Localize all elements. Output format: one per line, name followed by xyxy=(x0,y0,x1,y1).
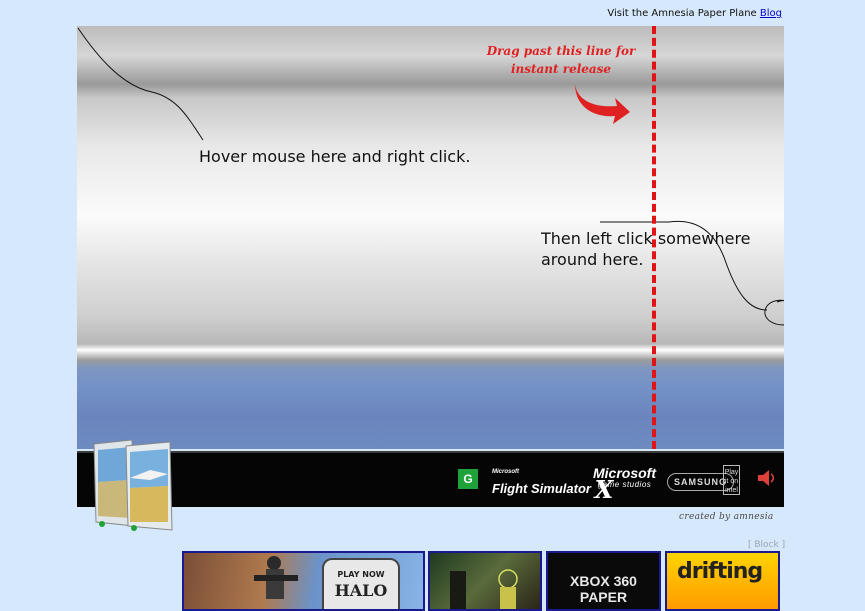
drag-label-line-2: instant release xyxy=(510,62,612,76)
halo-badge: PLAY NOW HALO xyxy=(322,558,400,609)
thumb-halo-figure xyxy=(254,556,298,599)
halo-title: HALO xyxy=(334,581,388,600)
right-click-instruction: Hover mouse here and right click. xyxy=(199,147,471,166)
game-box-art xyxy=(93,440,173,531)
rating-g-icon: G xyxy=(458,469,478,489)
halo-play-label: PLAY NOW xyxy=(337,570,385,579)
click-circle xyxy=(764,299,784,326)
credit-text: created by amnesia xyxy=(679,512,774,522)
speaker-icon[interactable] xyxy=(757,469,777,487)
thumb-shooter-art xyxy=(450,569,518,609)
xbox-paper-title: XBOX 360 PAPER xyxy=(548,573,659,605)
thumbnail-xbox-paper[interactable]: XBOX 360 PAPER xyxy=(546,551,661,611)
drag-label-line-1: Drag past this line for xyxy=(486,44,636,58)
drifting-title: drifting xyxy=(677,559,763,584)
thumbnail-shooter[interactable] xyxy=(428,551,542,611)
thumbnail-drifting[interactable]: drifting xyxy=(665,551,780,611)
intel-logo: Play it on intel xyxy=(723,465,740,495)
sponsor-bar: G Microsoft Flight Simulator X Microsoft… xyxy=(77,451,784,507)
game-stage[interactable]: Drag past this line for instant release … xyxy=(77,26,784,449)
xbox-title-line-1: XBOX 360 xyxy=(570,573,637,589)
drag-release-label: Drag past this line for instant release xyxy=(481,42,641,78)
blog-link[interactable]: Blog xyxy=(760,8,782,19)
thumbnail-halo[interactable]: PLAY NOW HALO xyxy=(182,551,425,611)
top-bar: Visit the Amnesia Paper Plane Blog xyxy=(607,8,782,19)
microsoft-sub: game studios xyxy=(597,480,652,489)
pointer-line-left xyxy=(77,27,204,141)
block-link[interactable]: [ Block ] xyxy=(748,540,785,550)
red-arrow xyxy=(575,84,630,124)
left-click-instruction: Then left click somewhere around here. xyxy=(541,229,751,269)
visit-text: Visit the Amnesia Paper Plane xyxy=(607,8,757,19)
microsoft-logo: Microsoft game studios xyxy=(593,466,656,491)
fsx-name: Flight Simulator xyxy=(492,481,591,496)
xbox-title-line-2: PAPER xyxy=(579,589,628,605)
